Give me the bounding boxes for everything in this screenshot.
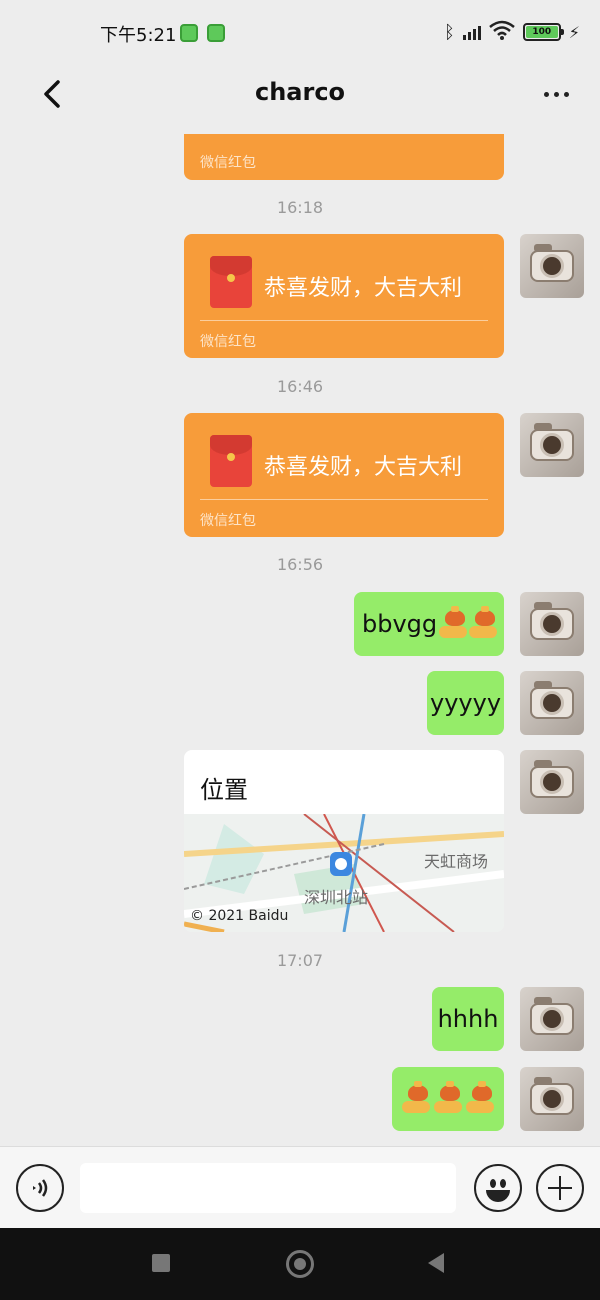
emoji-button[interactable] — [474, 1164, 522, 1212]
chat-header: charco — [0, 64, 600, 126]
avatar[interactable] — [520, 413, 584, 477]
input-bar — [0, 1146, 600, 1228]
map-thumbnail: 天虹商场 深圳北站 © 2021 Baidu — [184, 814, 504, 932]
signal-icon — [462, 24, 481, 40]
timestamp: 17:07 — [276, 951, 324, 970]
red-packet-icon — [210, 435, 252, 487]
sent-message-bubble[interactable]: bbvgg — [354, 592, 504, 656]
status-bar: 下午5:21 ᛒ 100 ⚡ — [0, 0, 600, 64]
smiley-icon — [490, 1179, 496, 1188]
map-credit: © 2021 Baidu — [190, 908, 289, 924]
status-time: 下午5:21 — [100, 25, 177, 46]
avatar[interactable] — [520, 234, 584, 298]
timestamp: 16:46 — [276, 377, 324, 396]
fist-bump-emoji — [432, 1081, 464, 1115]
avatar[interactable] — [520, 671, 584, 735]
map-place-label: 深圳北站 — [304, 888, 369, 907]
timestamp: 16:56 — [276, 555, 324, 574]
divider — [200, 320, 488, 321]
home-button[interactable] — [286, 1250, 314, 1278]
timestamp: 16:18 — [276, 198, 324, 217]
voice-button[interactable] — [16, 1164, 64, 1212]
charging-icon: ⚡ — [568, 22, 580, 42]
message-text: yyyyy — [430, 689, 502, 717]
avatar[interactable] — [520, 592, 584, 656]
location-message[interactable]: 位置 天虹商场 深圳北站 © 2021 Baidu — [184, 750, 504, 932]
bluetooth-icon: ᛒ — [443, 21, 455, 43]
notification-icon — [207, 24, 225, 42]
message-list[interactable]: 微信红包 16:18 恭喜发财，大吉大利 微信红包 16:46 恭喜发财，大吉大… — [0, 126, 600, 1146]
notification-icon — [180, 24, 198, 42]
fist-bump-emoji — [400, 1081, 432, 1115]
red-packet-label: 微信红包 — [200, 513, 256, 529]
avatar[interactable] — [520, 987, 584, 1051]
system-navigation-bar — [0, 1228, 600, 1300]
more-dots-icon — [543, 91, 549, 97]
red-packet-message[interactable]: 微信红包 — [184, 134, 504, 180]
map-place-label: 天虹商场 — [424, 852, 489, 871]
status-icons: ᛒ 100 ⚡ — [444, 20, 580, 44]
message-input[interactable] — [80, 1163, 456, 1213]
battery-level: 100 — [525, 26, 558, 38]
location-title: 位置 — [200, 776, 248, 804]
recent-apps-button[interactable] — [152, 1254, 170, 1272]
fist-bump-emoji — [437, 606, 468, 640]
red-packet-greeting: 恭喜发财，大吉大利 — [264, 276, 463, 301]
red-packet-icon — [210, 256, 252, 308]
more-button[interactable] — [538, 82, 574, 106]
sent-message-bubble[interactable]: hhhh — [432, 987, 504, 1051]
sent-message-bubble[interactable]: yyyyy — [427, 671, 504, 735]
wifi-icon — [488, 20, 515, 44]
system-back-button[interactable] — [428, 1253, 444, 1273]
chat-title: charco — [254, 78, 346, 106]
more-actions-button[interactable] — [536, 1164, 584, 1212]
red-packet-label: 微信红包 — [200, 155, 256, 171]
sent-message-bubble[interactable] — [392, 1067, 504, 1131]
message-text: hhhh — [437, 1005, 499, 1033]
battery-icon: 100 — [522, 23, 564, 41]
red-packet-greeting: 恭喜发财，大吉大利 — [264, 455, 463, 480]
red-packet-label: 微信红包 — [200, 334, 256, 350]
red-packet-message[interactable]: 恭喜发财，大吉大利 微信红包 — [184, 234, 504, 358]
fist-bump-emoji — [464, 1081, 496, 1115]
fist-bump-emoji — [467, 606, 497, 640]
avatar[interactable] — [520, 750, 584, 814]
red-packet-message[interactable]: 恭喜发财，大吉大利 微信红包 — [184, 413, 504, 537]
message-text: bbvgg — [362, 610, 438, 638]
divider — [200, 499, 488, 500]
avatar[interactable] — [520, 1067, 584, 1131]
voice-icon — [33, 1179, 48, 1197]
